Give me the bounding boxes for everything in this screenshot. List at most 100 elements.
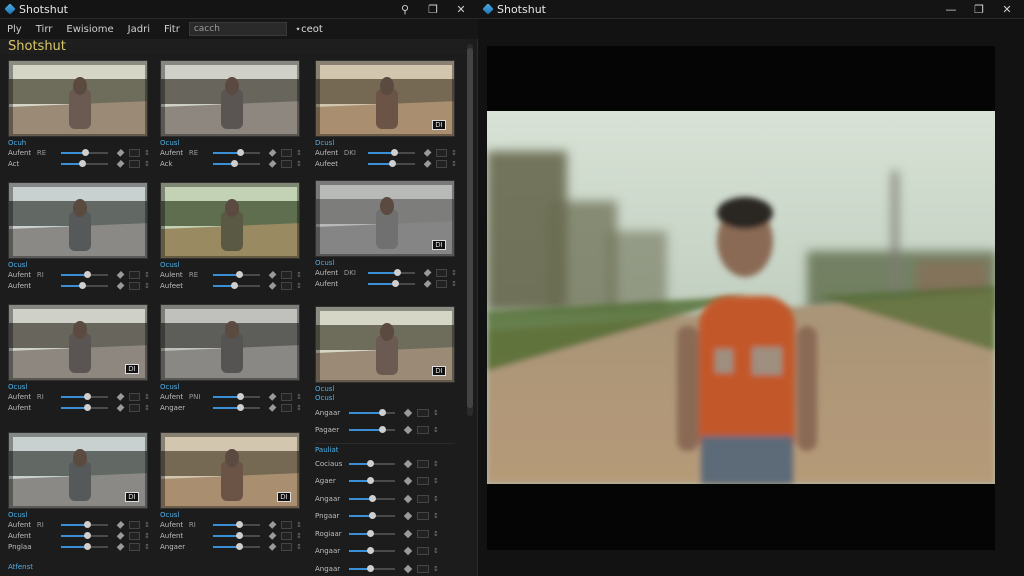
spin-arrows-icon[interactable]: ↕: [433, 426, 439, 434]
adjust-track[interactable]: [349, 564, 395, 572]
value-box[interactable]: [129, 531, 141, 540]
keyframe-diamond-icon[interactable]: [423, 279, 432, 288]
minimize-icon[interactable]: —: [944, 3, 958, 16]
slider-knob[interactable]: [83, 520, 91, 528]
value-box[interactable]: [129, 159, 141, 168]
value-box[interactable]: [417, 459, 429, 468]
spin-arrows-icon[interactable]: ↕: [296, 149, 302, 157]
thumbnail-card[interactable]: Ocusl Aufent RE ↕ Ack ↕: [160, 60, 302, 169]
menu-item[interactable]: Jadri: [121, 24, 157, 35]
slider-knob[interactable]: [78, 281, 86, 289]
value-box[interactable]: [281, 159, 293, 168]
thumbnail-image[interactable]: DI: [160, 432, 300, 509]
spin-arrows-icon[interactable]: ↕: [433, 547, 439, 555]
thumbnail-image[interactable]: DI: [315, 180, 455, 257]
keyframe-diamond-icon[interactable]: [268, 159, 277, 168]
keyframe-diamond-icon[interactable]: [403, 564, 413, 573]
adjust-knob[interactable]: [379, 408, 387, 416]
slider-track[interactable]: [60, 148, 108, 156]
thumbnail-card[interactable]: DI Ocusl: [315, 306, 457, 393]
adjust-track[interactable]: [349, 408, 395, 416]
menu-item[interactable]: Ewisiome: [59, 24, 120, 35]
thumbnail-image[interactable]: DI: [8, 304, 148, 381]
adjust-knob[interactable]: [369, 494, 376, 502]
keyframe-diamond-icon[interactable]: [268, 403, 277, 412]
slider-track[interactable]: [212, 148, 260, 156]
spin-arrows-icon[interactable]: ↕: [144, 404, 150, 412]
spin-arrows-icon[interactable]: ↕: [296, 271, 302, 279]
keyframe-diamond-icon[interactable]: [403, 529, 413, 538]
value-box[interactable]: [281, 270, 293, 279]
slider-knob[interactable]: [389, 159, 397, 167]
restore-icon[interactable]: ❐: [972, 3, 986, 16]
slider-knob[interactable]: [235, 542, 243, 550]
thumbnail-card[interactable]: Ocusl Aufent PNI ↕ Angaer ↕: [160, 304, 302, 413]
value-box[interactable]: [281, 148, 293, 157]
slider-track[interactable]: [367, 159, 415, 167]
adjust-track[interactable]: [349, 477, 395, 485]
value-box[interactable]: [281, 531, 293, 540]
image-viewer[interactable]: [487, 46, 995, 550]
menu-item[interactable]: Tirr: [29, 24, 60, 35]
thumbnail-card[interactable]: Ocusl Aulent RE ↕ Aufeet ↕: [160, 182, 302, 291]
value-box[interactable]: [129, 281, 141, 290]
slider-track[interactable]: [367, 268, 415, 276]
thumbnail-card[interactable]: DI Dcusl Aufent DKI ↕ Aufeet ↕: [315, 60, 457, 169]
slider-knob[interactable]: [390, 148, 398, 156]
keyframe-diamond-icon[interactable]: [403, 477, 413, 486]
value-box[interactable]: [129, 392, 141, 401]
value-box[interactable]: [417, 512, 429, 521]
spin-arrows-icon[interactable]: ↕: [433, 512, 439, 520]
spin-arrows-icon[interactable]: ↕: [296, 393, 302, 401]
adjust-knob[interactable]: [379, 426, 387, 434]
thumbnail-image[interactable]: [160, 304, 300, 381]
close-icon[interactable]: ✕: [454, 3, 468, 16]
slider-track[interactable]: [212, 403, 260, 411]
value-box[interactable]: [436, 159, 448, 168]
restore-icon[interactable]: ❐: [426, 3, 440, 16]
value-box[interactable]: [281, 542, 293, 551]
value-box[interactable]: [129, 270, 141, 279]
spin-arrows-icon[interactable]: ↕: [451, 149, 457, 157]
slider-knob[interactable]: [236, 403, 244, 411]
keyframe-diamond-icon[interactable]: [268, 542, 277, 551]
spin-arrows-icon[interactable]: ↕: [144, 271, 150, 279]
value-box[interactable]: [129, 520, 141, 529]
footer-link[interactable]: Atfenst: [8, 563, 33, 571]
spin-arrows-icon[interactable]: ↕: [296, 543, 302, 551]
keyframe-diamond-icon[interactable]: [268, 531, 277, 540]
slider-knob[interactable]: [235, 520, 243, 528]
spin-arrows-icon[interactable]: ↕: [144, 532, 150, 540]
thumbnail-image[interactable]: [8, 60, 148, 137]
slider-track[interactable]: [60, 542, 108, 550]
value-box[interactable]: [129, 148, 141, 157]
keyframe-diamond-icon[interactable]: [403, 426, 413, 435]
spin-arrows-icon[interactable]: ↕: [433, 477, 439, 485]
slider-knob[interactable]: [236, 148, 244, 156]
adjust-knob[interactable]: [366, 547, 374, 555]
slider-track[interactable]: [60, 531, 108, 539]
keyframe-diamond-icon[interactable]: [268, 520, 277, 529]
adjust-knob[interactable]: [366, 477, 374, 485]
slider-knob[interactable]: [83, 531, 91, 539]
slider-track[interactable]: [212, 281, 260, 289]
slider-knob[interactable]: [83, 270, 91, 278]
value-box[interactable]: [436, 279, 448, 288]
close-icon[interactable]: ✕: [1000, 3, 1014, 16]
adjust-track[interactable]: [349, 426, 395, 434]
slider-track[interactable]: [60, 403, 108, 411]
keyframe-diamond-icon[interactable]: [116, 520, 125, 529]
scrollbar[interactable]: [467, 44, 473, 416]
slider-track[interactable]: [212, 159, 260, 167]
slider-knob[interactable]: [230, 281, 238, 289]
spin-arrows-icon[interactable]: ↕: [433, 530, 439, 538]
slider-track[interactable]: [212, 531, 260, 539]
keyframe-diamond-icon[interactable]: [116, 281, 125, 290]
spin-arrows-icon[interactable]: ↕: [144, 282, 150, 290]
value-box[interactable]: [417, 529, 429, 538]
value-box[interactable]: [417, 408, 429, 417]
keyframe-diamond-icon[interactable]: [116, 148, 125, 157]
keyframe-diamond-icon[interactable]: [116, 270, 125, 279]
keyframe-diamond-icon[interactable]: [116, 392, 125, 401]
search-input[interactable]: [188, 22, 287, 36]
